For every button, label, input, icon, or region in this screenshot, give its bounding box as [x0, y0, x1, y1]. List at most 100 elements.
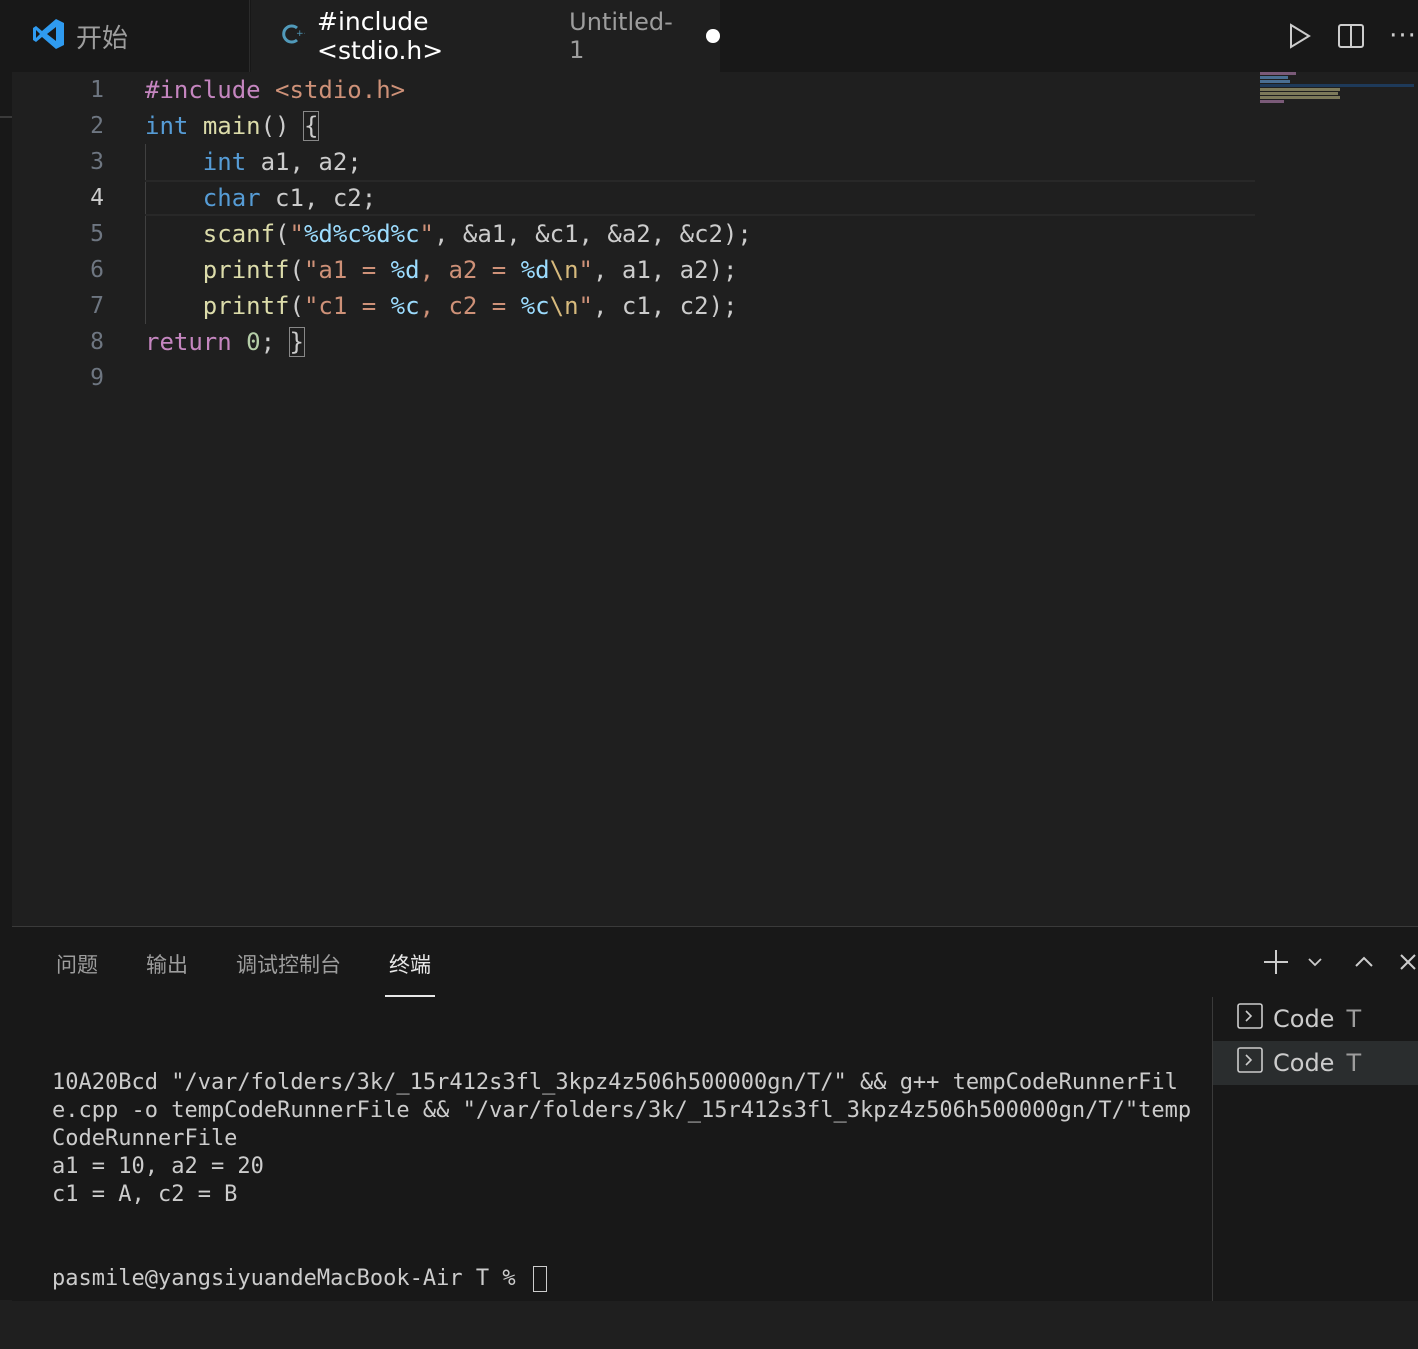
code-token: {: [302, 111, 320, 141]
code-line[interactable]: [145, 360, 1255, 396]
code-token: #include: [145, 76, 261, 104]
code-token: %d: [520, 256, 550, 284]
code-token: (: [289, 292, 304, 320]
vscode-logo-icon: [32, 17, 66, 55]
code-token: return: [145, 328, 232, 356]
terminal-name: Code: [1273, 1049, 1335, 1077]
code-line[interactable]: int main() {: [145, 108, 1255, 144]
terminal-list-item[interactable]: Code T: [1213, 1041, 1418, 1085]
terminal-line: c1 = A, c2 = B: [52, 1182, 238, 1207]
unsaved-indicator[interactable]: [706, 29, 720, 43]
tab-terminal[interactable]: 终端: [385, 927, 435, 997]
chevron-down-icon[interactable]: [1306, 953, 1324, 971]
terminal-list-item[interactable]: Code T: [1213, 997, 1418, 1041]
terminal-cursor: [532, 1266, 547, 1292]
code-token: char: [202, 184, 261, 212]
code-token: printf: [202, 256, 290, 284]
line-number: 5: [90, 221, 104, 247]
code-token: printf: [202, 292, 290, 320]
code-area[interactable]: #include <stdio.h> int main() { int a1, a…: [145, 72, 1255, 396]
code-line[interactable]: printf("a1 = %d, a2 = %d\n", a1, a2);: [145, 252, 1255, 288]
code-editor[interactable]: 123456789 #include <stdio.h> int main() {…: [12, 72, 1418, 926]
terminal-name: Code: [1273, 1005, 1335, 1033]
line-number: 4: [90, 185, 104, 211]
tab-problems[interactable]: 问题: [56, 927, 98, 997]
svg-text:++: ++: [296, 29, 305, 39]
code-token: main: [202, 112, 261, 140]
line-number: 7: [90, 293, 104, 319]
code-token: ;: [260, 328, 290, 356]
code-line[interactable]: scanf("%d%c%d%c", &a1, &c1, &a2, &c2);: [145, 216, 1255, 252]
code-token: "a1 =: [303, 256, 391, 284]
plus-icon[interactable]: [1262, 948, 1290, 976]
terminal-line: a1 = 10, a2 = 20: [52, 1154, 264, 1179]
more-actions-icon[interactable]: ···: [1388, 21, 1418, 51]
code-line[interactable]: int a1, a2;: [145, 144, 1255, 180]
cpp-file-icon: ++: [281, 22, 311, 50]
code-token: , c2 =: [419, 292, 521, 320]
code-token: <stdio.h>: [275, 76, 406, 104]
panel-tabs: 问题 输出 调试控制台 终端: [56, 927, 479, 997]
editor-tab-bar: 开始 ++ #include <stdio.h> Untitled-1 ···: [12, 0, 1418, 72]
tab-output[interactable]: 输出: [146, 927, 188, 997]
terminal-output[interactable]: 10A20Bcd "/var/folders/3k/_15r412s3fl_3k…: [52, 1013, 1192, 1349]
code-token: (: [275, 220, 290, 248]
code-token: int: [202, 148, 247, 176]
code-token: ": [289, 220, 304, 248]
code-token: c1, c2;: [260, 184, 377, 212]
code-token: %c: [390, 292, 420, 320]
panel-actions: [1254, 927, 1418, 997]
code-token: \n: [549, 292, 579, 320]
split-editor-icon[interactable]: [1336, 21, 1366, 51]
run-icon[interactable]: [1284, 21, 1314, 51]
code-token: ": [419, 220, 434, 248]
code-token: , &a1, &c1, &a2, &c2);: [434, 220, 752, 248]
close-icon[interactable]: [1398, 952, 1418, 972]
code-token: }: [288, 327, 306, 357]
code-token: "c1 =: [303, 292, 391, 320]
line-number: 1: [90, 77, 104, 103]
code-token: , a1, a2);: [592, 256, 738, 284]
code-token: , a2 =: [419, 256, 521, 284]
tab-start-label: 开始: [76, 23, 129, 54]
activity-strip: [0, 0, 12, 1300]
line-number: 8: [90, 329, 104, 355]
code-token: a1, a2;: [246, 148, 362, 176]
code-token: (: [289, 256, 304, 284]
tab-file-title: #include <stdio.h>: [317, 7, 444, 65]
line-number-gutter: 1 2 3 4 5 6 7 8 9: [12, 72, 104, 396]
minimap[interactable]: [1260, 72, 1418, 112]
code-token: scanf: [202, 220, 276, 248]
code-line[interactable]: char c1, c2;: [145, 180, 1255, 216]
code-token: %d%c%d%c: [303, 220, 420, 248]
code-line[interactable]: printf("c1 = %c, c2 = %c\n", c1, c2);: [145, 288, 1255, 324]
terminal-prompt: pasmile@yangsiyuandeMacBook-Air T %: [52, 1266, 529, 1291]
tab-debug-console[interactable]: 调试控制台: [236, 927, 341, 997]
chevron-up-icon[interactable]: [1352, 950, 1376, 974]
line-number: 2: [90, 113, 104, 139]
code-line[interactable]: return 0; }: [145, 324, 1255, 360]
bottom-panel: 问题 输出 调试控制台 终端 10A20Bcd "/var/folders/3k…: [12, 926, 1418, 1301]
line-number: 3: [90, 149, 104, 175]
terminal-icon: [1237, 1003, 1263, 1035]
terminal-suffix: T: [1346, 1005, 1362, 1033]
terminal-line: 10A20Bcd "/var/folders/3k/_15r412s3fl_3k…: [52, 1070, 1192, 1151]
code-line[interactable]: #include <stdio.h>: [145, 72, 1255, 108]
terminal-list: Code T Code T: [1212, 997, 1418, 1301]
tab-start[interactable]: 开始: [12, 0, 250, 72]
code-token: %d: [390, 256, 420, 284]
code-token: (): [260, 112, 304, 140]
editor-actions: ···: [1273, 0, 1418, 72]
code-token: 0: [246, 328, 261, 356]
line-number: 6: [90, 257, 104, 283]
tab-untitled-1[interactable]: ++ #include <stdio.h> Untitled-1: [251, 0, 720, 72]
terminal-suffix: T: [1346, 1049, 1362, 1077]
code-token: %c: [520, 292, 550, 320]
